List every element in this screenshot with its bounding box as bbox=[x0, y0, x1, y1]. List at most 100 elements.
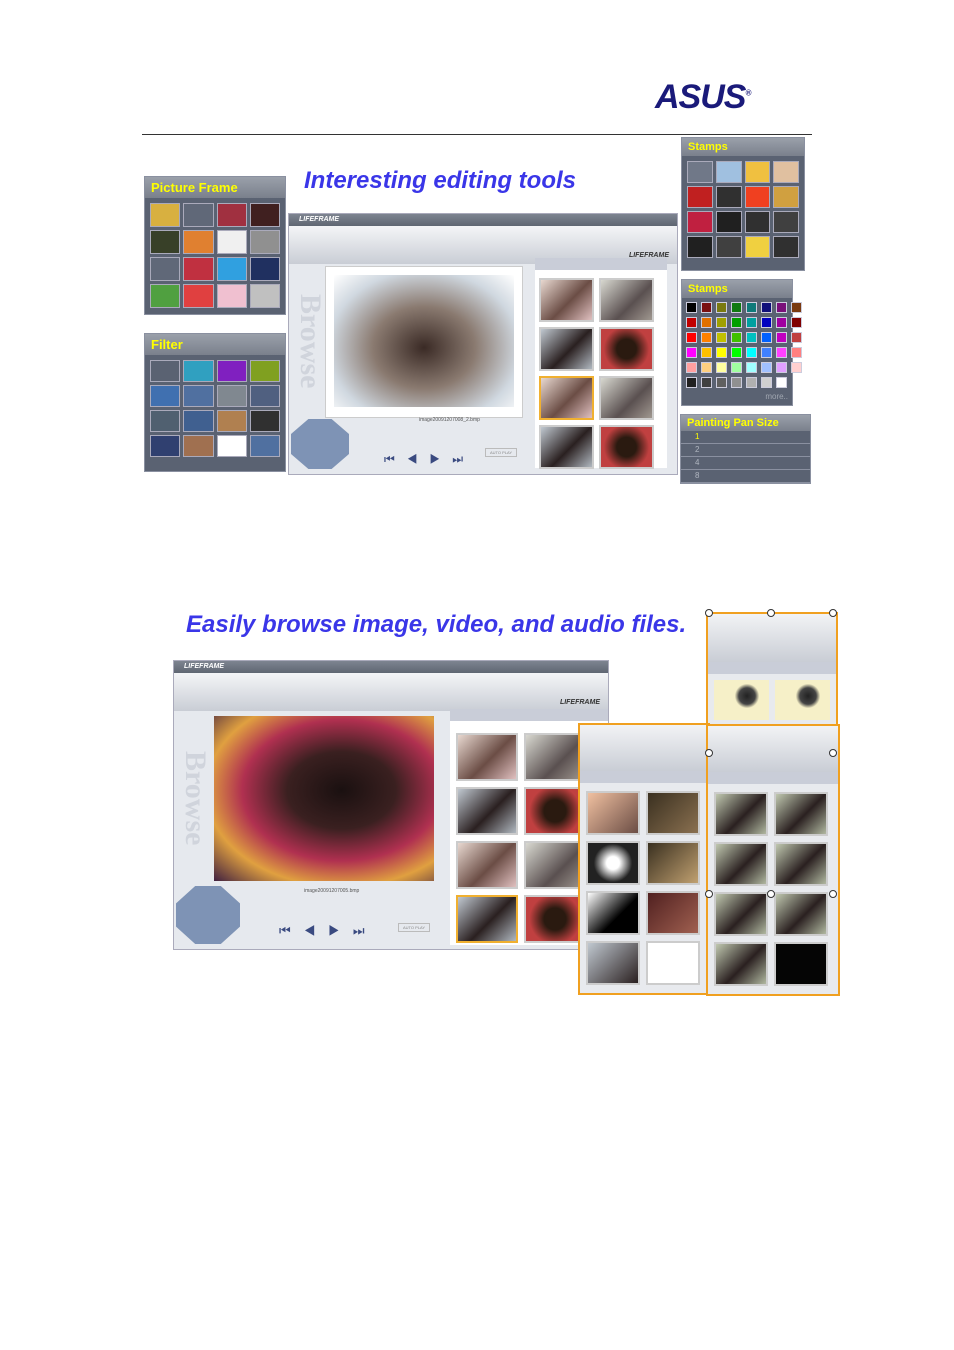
filter-option[interactable] bbox=[183, 385, 214, 407]
stamp-option[interactable] bbox=[687, 211, 713, 233]
color-swatch[interactable] bbox=[776, 377, 787, 388]
color-swatch[interactable] bbox=[746, 332, 757, 343]
thumbnail[interactable] bbox=[599, 425, 654, 469]
filter-option[interactable] bbox=[249, 410, 280, 432]
frame-option[interactable] bbox=[249, 257, 280, 281]
stamp-option[interactable] bbox=[773, 161, 799, 183]
microphone-thumb[interactable] bbox=[714, 680, 769, 720]
color-swatch[interactable] bbox=[701, 317, 712, 328]
color-swatch[interactable] bbox=[701, 332, 712, 343]
stamp-option[interactable] bbox=[744, 161, 771, 183]
frame-option[interactable] bbox=[183, 203, 214, 227]
color-swatch[interactable] bbox=[701, 362, 712, 373]
frame-option[interactable] bbox=[249, 203, 280, 227]
stamp-option[interactable] bbox=[715, 186, 742, 208]
selection-handle[interactable] bbox=[767, 890, 775, 898]
filter-option[interactable] bbox=[249, 385, 280, 407]
thumbnail[interactable] bbox=[456, 895, 518, 943]
color-swatch[interactable] bbox=[776, 317, 787, 328]
color-swatch[interactable] bbox=[701, 377, 712, 388]
selection-handle[interactable] bbox=[705, 890, 713, 898]
image-thumbnail[interactable] bbox=[774, 842, 828, 886]
selection-handle[interactable] bbox=[829, 890, 837, 898]
frame-option[interactable] bbox=[216, 203, 247, 227]
filter-option[interactable] bbox=[150, 385, 181, 407]
color-swatch[interactable] bbox=[731, 317, 742, 328]
color-swatch[interactable] bbox=[761, 317, 772, 328]
stamp-option[interactable] bbox=[687, 236, 713, 258]
color-swatch[interactable] bbox=[686, 347, 697, 358]
filter-option[interactable] bbox=[249, 435, 280, 457]
filter-option[interactable] bbox=[150, 410, 181, 432]
image-thumbnail[interactable] bbox=[714, 892, 768, 936]
color-swatch[interactable] bbox=[761, 302, 772, 313]
frame-option[interactable] bbox=[183, 230, 214, 254]
thumbnail[interactable] bbox=[456, 841, 518, 889]
filter-option[interactable] bbox=[216, 385, 247, 407]
frame-option[interactable] bbox=[150, 257, 181, 281]
color-swatch[interactable] bbox=[731, 347, 742, 358]
color-swatch[interactable] bbox=[746, 347, 757, 358]
stamp-option[interactable] bbox=[773, 211, 799, 233]
thumbnail[interactable] bbox=[599, 327, 654, 371]
frame-option[interactable] bbox=[150, 203, 181, 227]
color-swatch[interactable] bbox=[761, 347, 772, 358]
color-swatch[interactable] bbox=[716, 347, 727, 358]
stamp-option[interactable] bbox=[744, 236, 771, 258]
image-thumbnail[interactable] bbox=[714, 842, 768, 886]
frame-option[interactable] bbox=[216, 284, 247, 308]
color-swatch[interactable] bbox=[761, 362, 772, 373]
more-link[interactable]: more.. bbox=[682, 392, 792, 401]
color-swatch[interactable] bbox=[701, 347, 712, 358]
color-swatch[interactable] bbox=[791, 347, 802, 358]
stamp-option[interactable] bbox=[715, 161, 742, 183]
filter-option[interactable] bbox=[249, 360, 280, 382]
frame-option[interactable] bbox=[183, 284, 214, 308]
color-swatch[interactable] bbox=[716, 302, 727, 313]
color-swatch[interactable] bbox=[791, 362, 802, 373]
video-thumbnail[interactable] bbox=[586, 891, 640, 935]
thumbnail[interactable] bbox=[524, 733, 586, 781]
color-swatch[interactable] bbox=[686, 332, 697, 343]
color-swatch[interactable] bbox=[701, 302, 712, 313]
filter-option[interactable] bbox=[183, 410, 214, 432]
color-swatch[interactable] bbox=[791, 302, 802, 313]
color-swatch[interactable] bbox=[746, 362, 757, 373]
thumbnail[interactable] bbox=[524, 787, 586, 835]
pen-size-option[interactable]: 1 bbox=[681, 431, 810, 444]
color-swatch[interactable] bbox=[716, 332, 727, 343]
media-tabs[interactable] bbox=[708, 772, 838, 784]
selection-handle[interactable] bbox=[705, 749, 713, 757]
auto-play-button[interactable]: AUTO PLAY bbox=[398, 923, 431, 932]
video-thumbnail[interactable] bbox=[586, 791, 640, 835]
video-thumbnail[interactable] bbox=[646, 791, 700, 835]
thumbnail[interactable] bbox=[539, 278, 594, 322]
thumbnail[interactable] bbox=[456, 787, 518, 835]
thumbnail[interactable] bbox=[539, 327, 594, 371]
pen-size-option[interactable]: 4 bbox=[681, 457, 810, 470]
frame-option[interactable] bbox=[150, 230, 181, 254]
selection-handle[interactable] bbox=[829, 749, 837, 757]
thumbnail[interactable] bbox=[599, 376, 654, 420]
video-thumbnail[interactable] bbox=[646, 841, 700, 885]
color-swatch[interactable] bbox=[761, 377, 772, 388]
color-swatch[interactable] bbox=[731, 302, 742, 313]
stamp-option[interactable] bbox=[687, 161, 713, 183]
video-thumbnail[interactable] bbox=[646, 941, 700, 985]
stamp-option[interactable] bbox=[773, 236, 799, 258]
color-swatch[interactable] bbox=[776, 302, 787, 313]
thumbnail[interactable] bbox=[539, 425, 594, 469]
thumbnail[interactable] bbox=[524, 841, 586, 889]
color-swatch[interactable] bbox=[686, 317, 697, 328]
playback-controls[interactable]: ⏮◀▶⏭ bbox=[279, 923, 378, 939]
stamp-option[interactable] bbox=[773, 186, 799, 208]
media-tabs[interactable] bbox=[708, 662, 836, 674]
microphone-thumb[interactable] bbox=[775, 680, 830, 720]
thumbnail[interactable] bbox=[456, 733, 518, 781]
pen-size-option[interactable]: 2 bbox=[681, 444, 810, 457]
image-thumbnail[interactable] bbox=[774, 792, 828, 836]
color-swatch[interactable] bbox=[776, 347, 787, 358]
nav-dial[interactable] bbox=[291, 419, 349, 469]
thumbnail[interactable] bbox=[524, 895, 586, 943]
stamp-option[interactable] bbox=[744, 211, 771, 233]
